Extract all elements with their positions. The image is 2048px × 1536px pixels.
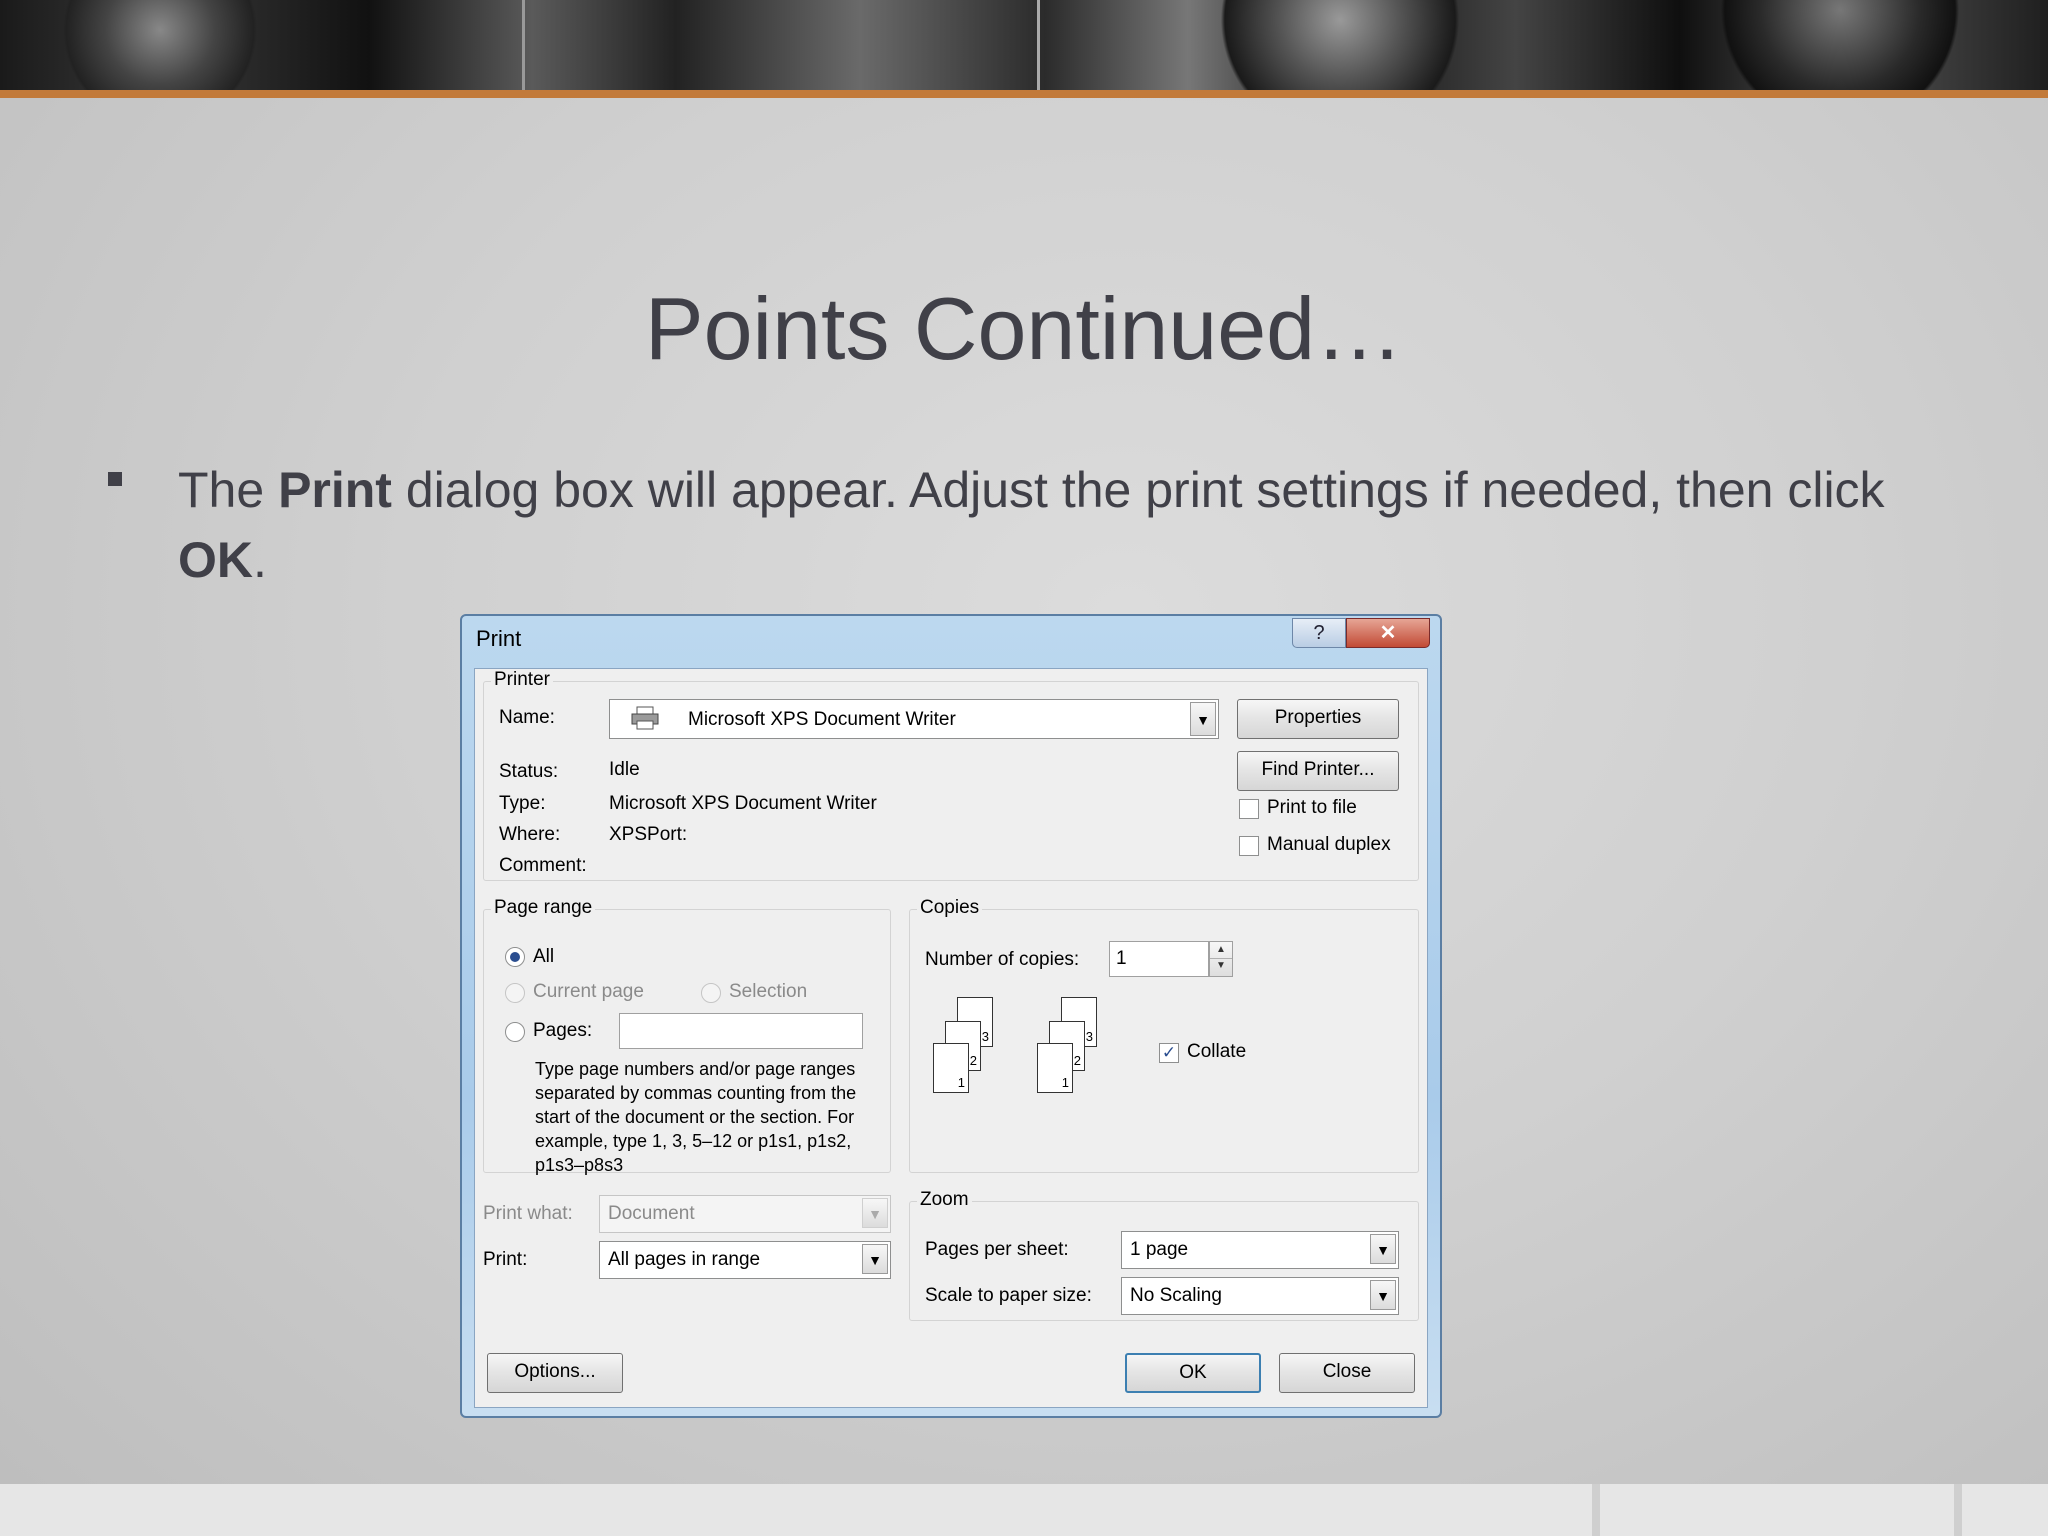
find-printer-button[interactable]: Find Printer... <box>1237 751 1399 791</box>
chevron-down-icon[interactable]: ▼ <box>862 1244 888 1274</box>
chevron-down-icon[interactable]: ▼ <box>1370 1234 1396 1264</box>
selection-label[interactable]: Selection <box>729 981 807 1003</box>
type-value: Microsoft XPS Document Writer <box>609 793 877 814</box>
current-page-label[interactable]: Current page <box>533 981 644 1003</box>
strip-divider <box>1592 1484 1600 1536</box>
print-to-file-label[interactable]: Print to file <box>1267 797 1357 819</box>
scale-to-paper-label: Scale to paper size: <box>925 1285 1092 1306</box>
accent-line <box>0 90 2048 98</box>
scale-to-paper-value: No Scaling <box>1130 1285 1222 1306</box>
bottom-strip <box>0 1484 2048 1536</box>
wheel-image-center <box>1190 0 1490 90</box>
print-select[interactable]: All pages in range ▼ <box>599 1241 891 1279</box>
print-value: All pages in range <box>608 1249 761 1270</box>
page-icon: 1 <box>1037 1043 1073 1093</box>
slide-title: Points Continued… <box>644 279 1404 378</box>
pages-label[interactable]: Pages: <box>533 1020 592 1042</box>
wheel-image-right <box>1690 0 1990 90</box>
wheel-image-left <box>40 0 280 90</box>
banner-divider <box>522 0 525 90</box>
pages-radio[interactable] <box>505 1022 525 1042</box>
spin-up-icon[interactable]: ▲ <box>1210 942 1232 959</box>
zoom-label: Zoom <box>917 1189 972 1211</box>
chevron-down-icon[interactable]: ▼ <box>862 1198 888 1228</box>
collate-label[interactable]: Collate <box>1187 1041 1246 1063</box>
banner-divider <box>1037 0 1040 90</box>
pages-input[interactable] <box>619 1013 863 1049</box>
printer-name-value: Microsoft XPS Document Writer <box>688 709 956 730</box>
printer-name-select[interactable]: Microsoft XPS Document Writer ▼ <box>609 699 1219 739</box>
spin-down-icon[interactable]: ▼ <box>1210 958 1232 974</box>
current-page-radio[interactable] <box>505 983 525 1003</box>
header-banner-image <box>0 0 2048 90</box>
print-label: Print: <box>483 1249 528 1270</box>
selection-radio[interactable] <box>701 983 721 1003</box>
ok-button[interactable]: OK <box>1125 1353 1261 1393</box>
status-value: Idle <box>609 759 640 780</box>
dialog-title: Print <box>476 626 522 651</box>
page-icon: 1 <box>933 1043 969 1093</box>
pages-per-sheet-label: Pages per sheet: <box>925 1239 1069 1260</box>
number-of-copies-value: 1 <box>1116 948 1127 969</box>
copies-spinner[interactable]: ▲ ▼ <box>1209 941 1233 977</box>
print-to-file-checkbox[interactable] <box>1239 799 1259 819</box>
print-dialog: Print ? ✕ Printer Name: Microsoft XPS Do… <box>460 614 1442 1418</box>
type-label: Type: <box>499 793 546 814</box>
close-button[interactable]: Close <box>1279 1353 1415 1393</box>
name-label: Name: <box>499 707 555 728</box>
all-label[interactable]: All <box>533 946 554 968</box>
print-what-select[interactable]: Document ▼ <box>599 1195 891 1233</box>
page-range-help-text: Type page numbers and/or page ranges sep… <box>535 1059 857 1175</box>
status-label: Status: <box>499 761 559 782</box>
all-radio[interactable] <box>505 947 525 967</box>
copies-label: Copies <box>917 897 983 919</box>
print-what-value: Document <box>608 1203 695 1224</box>
help-button[interactable]: ? <box>1292 618 1346 648</box>
collate-checkbox[interactable]: ✓ <box>1159 1043 1179 1063</box>
where-value: XPSPort: <box>609 824 688 845</box>
printer-group-label: Printer <box>491 669 553 691</box>
number-of-copies-label: Number of copies: <box>925 949 1080 970</box>
chevron-down-icon[interactable]: ▼ <box>1370 1280 1396 1310</box>
chevron-down-icon[interactable]: ▼ <box>1190 702 1216 736</box>
radio-selected-dot <box>510 952 520 962</box>
pages-per-sheet-value: 1 page <box>1130 1239 1189 1260</box>
number-of-copies-input[interactable]: 1 <box>1109 941 1209 977</box>
options-button[interactable]: Options... <box>487 1353 623 1393</box>
where-label: Where: <box>499 824 561 845</box>
printer-icon <box>631 706 659 730</box>
pages-per-sheet-select[interactable]: 1 page ▼ <box>1121 1231 1399 1269</box>
bullet-square-icon <box>108 472 122 486</box>
manual-duplex-checkbox[interactable] <box>1239 836 1259 856</box>
scale-to-paper-select[interactable]: No Scaling ▼ <box>1121 1277 1399 1315</box>
manual-duplex-label[interactable]: Manual duplex <box>1267 834 1391 856</box>
comment-label: Comment: <box>499 855 587 876</box>
print-what-label: Print what: <box>483 1203 573 1224</box>
properties-button[interactable]: Properties <box>1237 699 1399 739</box>
close-window-button[interactable]: ✕ <box>1346 618 1430 648</box>
page-range-label: Page range <box>491 897 596 919</box>
dialog-client-area: Printer Name: Microsoft XPS Document Wri… <box>474 668 1428 1408</box>
bullet-text: The Print dialog box will appear. Adjust… <box>178 462 1885 588</box>
strip-divider <box>1954 1484 1962 1536</box>
